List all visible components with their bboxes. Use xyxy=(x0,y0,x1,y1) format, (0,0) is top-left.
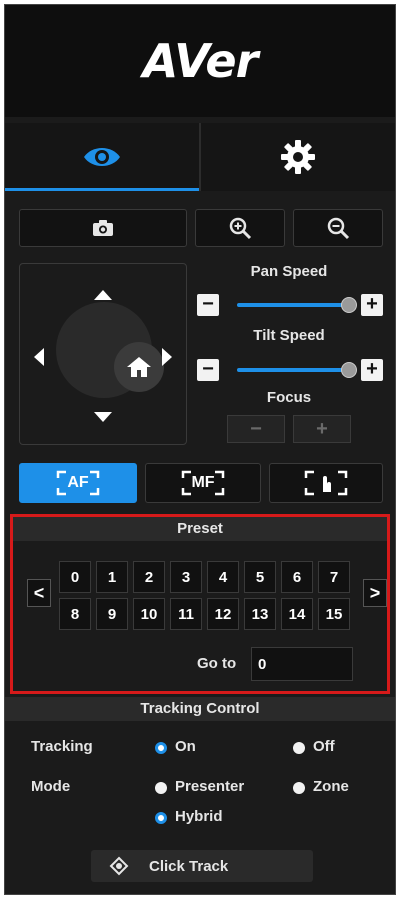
preset-button-15[interactable]: 15 xyxy=(318,598,350,630)
pan-speed-decrease-button[interactable]: − xyxy=(197,294,219,316)
gear-icon xyxy=(281,140,315,174)
home-icon xyxy=(127,357,151,377)
preset-button-5[interactable]: 5 xyxy=(244,561,276,593)
mode-hybrid-label[interactable]: Hybrid xyxy=(175,808,223,825)
snapshot-button[interactable] xyxy=(19,209,187,247)
logo-header: AVer xyxy=(5,5,395,117)
pan-speed-slider-handle[interactable] xyxy=(341,297,357,313)
tilt-speed-slider-handle[interactable] xyxy=(341,362,357,378)
tilt-speed-increase-button[interactable]: + xyxy=(361,359,383,381)
tracking-on-label[interactable]: On xyxy=(175,738,196,755)
camera-icon xyxy=(93,220,113,236)
preset-button-8[interactable]: 8 xyxy=(59,598,91,630)
tracking-off-radio[interactable] xyxy=(293,742,305,754)
mf-mode-button[interactable]: MF xyxy=(145,463,261,503)
preset-button-13[interactable]: 13 xyxy=(244,598,276,630)
tracking-on-radio[interactable] xyxy=(155,742,167,754)
touch-focus-button[interactable] xyxy=(269,463,383,503)
preset-title: Preset xyxy=(13,517,387,541)
preset-panel: Preset < > 0 1 2 3 4 5 6 7 8 9 10 11 12 13 14 15 Go to xyxy=(10,514,390,694)
af-mode-button[interactable]: AF xyxy=(19,463,137,503)
arrow-up-button[interactable] xyxy=(94,290,112,300)
preset-button-9[interactable]: 9 xyxy=(96,598,128,630)
zoom-out-icon xyxy=(327,217,350,240)
mf-mode-label: MF xyxy=(191,474,215,491)
zoom-in-button[interactable] xyxy=(195,209,285,247)
main-tabs xyxy=(5,123,395,191)
tab-settings[interactable] xyxy=(199,123,395,191)
tracking-label: Tracking xyxy=(31,738,93,755)
af-mode-label: AF xyxy=(67,474,89,491)
touch-focus-icon xyxy=(304,470,348,496)
aver-logo: AVer xyxy=(142,34,259,88)
preset-prev-button[interactable]: < xyxy=(27,579,51,607)
tilt-speed-slider[interactable] xyxy=(237,368,349,372)
preset-button-4[interactable]: 4 xyxy=(207,561,239,593)
goto-label: Go to xyxy=(197,655,237,672)
mode-presenter-radio[interactable] xyxy=(155,782,167,794)
focus-increase-button[interactable]: + xyxy=(293,415,351,443)
preset-button-14[interactable]: 14 xyxy=(281,598,313,630)
direction-pad xyxy=(19,263,187,445)
arrow-right-button[interactable] xyxy=(162,348,172,366)
eye-icon xyxy=(84,148,120,166)
preset-button-10[interactable]: 10 xyxy=(133,598,165,630)
click-track-icon xyxy=(109,856,129,876)
focus-decrease-button[interactable]: − xyxy=(227,415,285,443)
click-track-label: Click Track xyxy=(149,857,229,875)
preset-button-0[interactable]: 0 xyxy=(59,561,91,593)
mode-hybrid-radio[interactable] xyxy=(155,812,167,824)
preset-button-6[interactable]: 6 xyxy=(281,561,313,593)
preset-next-button[interactable]: > xyxy=(363,579,387,607)
preset-button-1[interactable]: 1 xyxy=(96,561,128,593)
preset-button-7[interactable]: 7 xyxy=(318,561,350,593)
home-button[interactable] xyxy=(114,342,164,392)
preset-button-2[interactable]: 2 xyxy=(133,561,165,593)
zoom-out-button[interactable] xyxy=(293,209,383,247)
mode-zone-label[interactable]: Zone xyxy=(313,778,349,795)
tracking-off-label[interactable]: Off xyxy=(313,738,335,755)
arrow-left-button[interactable] xyxy=(34,348,44,366)
zoom-in-icon xyxy=(229,217,252,240)
camera-control-panel: AVer Pan Speed − + Tilt Speed − + Focus … xyxy=(4,4,396,895)
preset-button-3[interactable]: 3 xyxy=(170,561,202,593)
pan-speed-slider[interactable] xyxy=(237,303,349,307)
mode-zone-radio[interactable] xyxy=(293,782,305,794)
dpad-ring xyxy=(56,302,164,398)
pan-speed-increase-button[interactable]: + xyxy=(361,294,383,316)
goto-preset-input[interactable] xyxy=(251,647,353,681)
preset-button-12[interactable]: 12 xyxy=(207,598,239,630)
pan-speed-label: Pan Speed xyxy=(250,263,328,280)
mode-label: Mode xyxy=(31,778,71,795)
tracking-control-title: Tracking Control xyxy=(5,697,395,721)
tab-camera[interactable] xyxy=(5,123,199,191)
preset-button-11[interactable]: 11 xyxy=(170,598,202,630)
arrow-down-button[interactable] xyxy=(94,412,112,422)
mode-presenter-label[interactable]: Presenter xyxy=(175,778,244,795)
focus-label: Focus xyxy=(266,389,312,406)
click-track-button[interactable]: Click Track xyxy=(91,850,313,882)
tilt-speed-label: Tilt Speed xyxy=(253,327,325,344)
tilt-speed-decrease-button[interactable]: − xyxy=(197,359,219,381)
